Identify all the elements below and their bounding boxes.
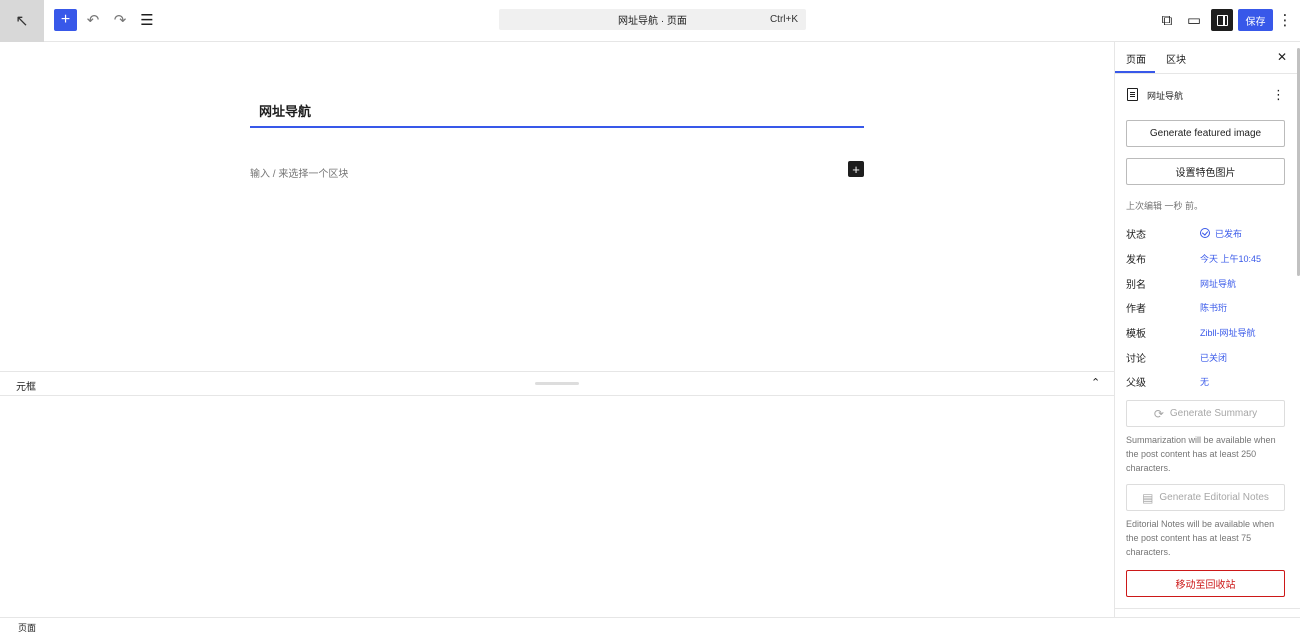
inline-add-block-button[interactable]: + xyxy=(848,161,864,177)
add-block-button[interactable]: + xyxy=(54,9,77,31)
redo-button[interactable]: ↷ xyxy=(111,11,129,29)
published-check-icon xyxy=(1200,228,1210,238)
generate-summary-label: Generate Summary xyxy=(1169,408,1258,419)
comment-icon: ▤ xyxy=(1142,490,1154,505)
settings-sidebar: 页面 区块 ✕ 网址导航 ⋮ Generate featured image 设… xyxy=(1114,42,1300,617)
more-vertical-icon[interactable]: ⋮ xyxy=(1272,87,1285,103)
status-value[interactable]: 已发布 xyxy=(1200,227,1242,240)
plus-icon: + xyxy=(852,161,860,177)
generate-notes-label: Generate Editorial Notes xyxy=(1159,492,1269,503)
set-featured-image-button[interactable]: 设置特色图片 xyxy=(1126,158,1285,185)
status-row: 状态 已发布 xyxy=(1126,226,1296,242)
editor-footer: 页面 xyxy=(0,617,1300,634)
breadcrumb[interactable]: 页面 xyxy=(18,621,36,634)
view-page-button[interactable]: ⧉ xyxy=(1158,11,1176,29)
author-label: 作者 xyxy=(1126,304,1146,315)
last-edited-text: 上次编辑 一秒 前。 xyxy=(1126,201,1204,211)
chevron-up-icon[interactable]: ⌃ xyxy=(1091,376,1100,389)
resize-handle[interactable] xyxy=(535,382,579,385)
parent-value[interactable]: 无 xyxy=(1200,375,1209,388)
author-row: 作者 陈书珩 xyxy=(1126,300,1296,316)
slug-row: 别名 网址导航 xyxy=(1126,276,1296,292)
author-value[interactable]: 陈书珩 xyxy=(1200,301,1227,314)
document-summary: 网址导航 ⋮ xyxy=(1127,86,1287,104)
meta-boxes-header: 元框 ⌃ xyxy=(0,372,1114,396)
template-row: 模板 Zibll-网址导航 xyxy=(1126,325,1296,341)
undo-button[interactable]: ↶ xyxy=(84,11,102,29)
command-palette-bar[interactable]: 网址导航 · 页面 Ctrl+K xyxy=(499,9,806,30)
desktop-preview-icon: ▭ xyxy=(1186,12,1202,29)
block-placeholder[interactable]: 输入 / 来选择一个区块 xyxy=(250,165,348,180)
document-name: 网址导航 xyxy=(1147,91,1184,101)
shortcut-hint: Ctrl+K xyxy=(769,14,798,25)
notes-note: Editorial Notes will be available when t… xyxy=(1126,519,1275,557)
publish-label: 发布 xyxy=(1126,255,1146,266)
slug-label: 别名 xyxy=(1126,280,1146,291)
move-to-trash-button[interactable]: 移动至回收站 xyxy=(1126,570,1285,597)
active-tab-indicator xyxy=(1115,71,1155,73)
summary-note: Summarization will be available when the… xyxy=(1126,435,1276,473)
divider xyxy=(1115,608,1300,609)
meta-boxes-panel: 元框 ⌃ xyxy=(0,371,1114,617)
settings-toggle-button[interactable] xyxy=(1211,9,1233,31)
tab-block[interactable]: 区块 xyxy=(1166,51,1186,66)
parent-row: 父级 无 xyxy=(1126,374,1296,390)
template-value[interactable]: Zibll-网址导航 xyxy=(1200,326,1256,339)
status-label: 状态 xyxy=(1126,230,1146,241)
options-button[interactable]: ⋮ xyxy=(1277,11,1293,29)
generate-featured-image-button[interactable]: Generate featured image xyxy=(1126,120,1285,147)
publish-date-value[interactable]: 今天 上午10:45 xyxy=(1200,252,1261,265)
sidebar-panel-icon xyxy=(1216,14,1228,26)
post-title-field[interactable]: 网址导航 xyxy=(250,96,864,128)
save-button[interactable]: 保存 xyxy=(1238,9,1273,31)
editor-canvas: 网址导航 输入 / 来选择一个区块 + xyxy=(0,42,1114,371)
generate-summary-button[interactable]: ⟳ Generate Summary xyxy=(1126,400,1285,427)
plus-icon: + xyxy=(60,11,71,28)
page-icon xyxy=(1127,88,1138,101)
arrow-up-left-icon: ↖ xyxy=(15,13,29,30)
discussion-label: 讨论 xyxy=(1126,354,1146,365)
generate-editorial-notes-button[interactable]: ▤ Generate Editorial Notes xyxy=(1126,484,1285,511)
close-icon[interactable]: ✕ xyxy=(1277,50,1287,64)
editor-header: ↖ + ↶ ↷ ☰ 网址导航 · 页面 Ctrl+K ⧉ ▭ 保存 ⋮ xyxy=(0,0,1300,42)
slug-value[interactable]: 网址导航 xyxy=(1200,277,1236,290)
sidebar-tabs: 页面 区块 ✕ xyxy=(1115,42,1300,74)
template-label: 模板 xyxy=(1126,329,1146,340)
more-vertical-icon: ⋮ xyxy=(1277,12,1293,29)
external-link-icon: ⧉ xyxy=(1161,11,1173,29)
post-title[interactable]: 网址导航 xyxy=(259,101,311,120)
discussion-value[interactable]: 已关闭 xyxy=(1200,351,1227,364)
tab-page[interactable]: 页面 xyxy=(1126,51,1146,66)
discussion-row: 讨论 已关闭 xyxy=(1126,350,1296,366)
status-text: 已发布 xyxy=(1215,229,1243,239)
document-title: 网址导航 · 页面 xyxy=(618,16,687,27)
parent-label: 父级 xyxy=(1126,378,1146,389)
meta-boxes-label: 元框 xyxy=(16,382,36,393)
refresh-icon: ⟳ xyxy=(1153,406,1164,421)
preview-button[interactable]: ▭ xyxy=(1185,11,1203,29)
redo-icon: ↷ xyxy=(113,12,127,29)
list-view-button[interactable]: ☰ xyxy=(138,11,156,29)
list-view-icon: ☰ xyxy=(140,12,154,29)
back-button[interactable]: ↖ xyxy=(0,0,44,42)
undo-icon: ↶ xyxy=(86,12,100,29)
publish-row: 发布 今天 上午10:45 xyxy=(1126,251,1296,267)
